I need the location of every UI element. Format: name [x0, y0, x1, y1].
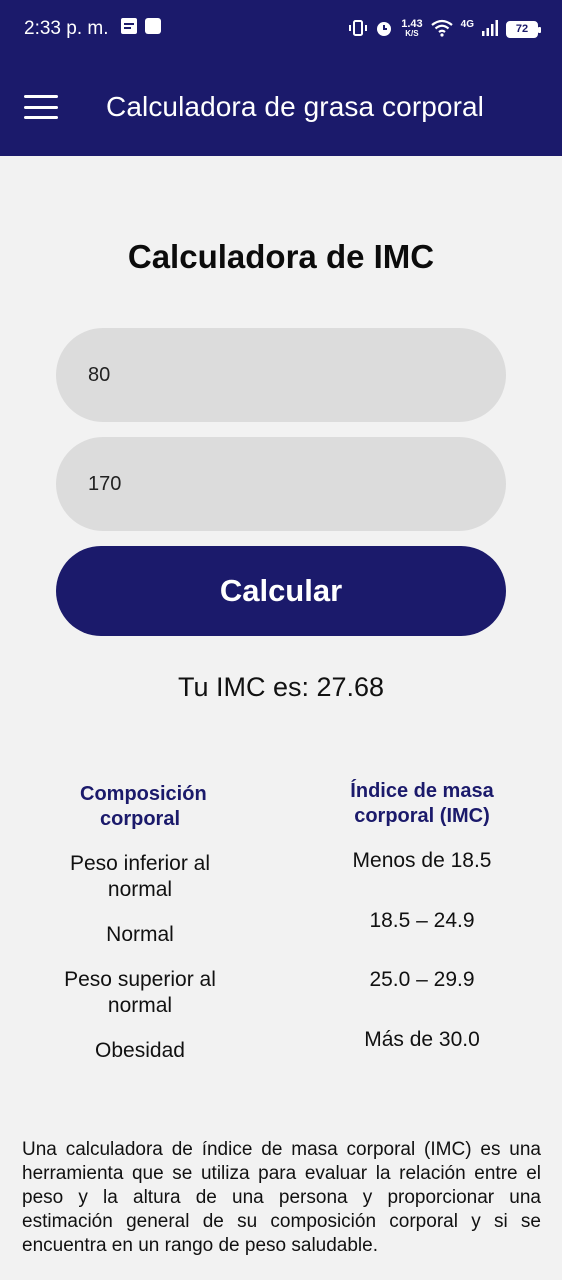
composition-header: Composición corporal: [80, 783, 207, 830]
page-title: Calculadora de IMC: [127, 238, 435, 275]
status-icons: 1.43 K/S 4G 72: [349, 18, 541, 40]
status-bar: 2:33 p. m. 1.43 K/S 4G 72: [0, 0, 562, 58]
bmi-header: Índice de masa corporal (IMC): [350, 780, 494, 827]
notification-square-icon: [144, 18, 161, 40]
status-time: 2:33 p. m.: [24, 18, 109, 39]
bmi-column: Índice de masa corporal (IMC) Menos de 1…: [322, 780, 522, 1051]
composition-cell: Peso superior al normal: [64, 968, 216, 1017]
battery-icon: 72: [506, 20, 541, 38]
calculate-button[interactable]: Calcular: [56, 546, 506, 636]
bmi-result: Tu IMC es: 27.68: [177, 672, 385, 702]
vibrate-icon: [349, 19, 368, 39]
bmi-cell: Menos de 18.5: [352, 849, 492, 872]
signal-icon: [482, 19, 498, 39]
app-title: Calculadora de grasa corporal: [106, 91, 485, 122]
notification-app-icon: [120, 18, 137, 40]
speed-unit: K/S: [405, 29, 419, 38]
composition-cell: Normal: [106, 923, 174, 946]
speed-value: 1.43: [401, 18, 423, 30]
hamburger-menu-icon[interactable]: [24, 95, 58, 119]
height-input[interactable]: [56, 437, 506, 531]
app-bar: Calculadora de grasa corporal: [0, 58, 562, 156]
network-speed: 1.43 K/S: [401, 19, 422, 39]
wifi-icon: [430, 19, 453, 40]
network-type: 4G: [460, 18, 474, 30]
bmi-cell: 18.5 – 24.9: [369, 909, 475, 932]
description-text: Una calculadora de índice de masa corpor…: [22, 1139, 541, 1256]
bmi-cell: Más de 30.0: [364, 1028, 480, 1051]
weight-input[interactable]: [56, 328, 506, 422]
top-bar: 2:33 p. m. 1.43 K/S 4G 72 Calculadora de…: [0, 0, 562, 156]
composition-cell: Peso inferior al normal: [69, 852, 211, 901]
composition-column: Composición corporal Peso inferior al no…: [40, 780, 240, 1062]
alarm-icon: [375, 19, 393, 40]
bmi-cell: 25.0 – 29.9: [369, 968, 475, 991]
composition-cell: Obesidad: [95, 1039, 185, 1062]
